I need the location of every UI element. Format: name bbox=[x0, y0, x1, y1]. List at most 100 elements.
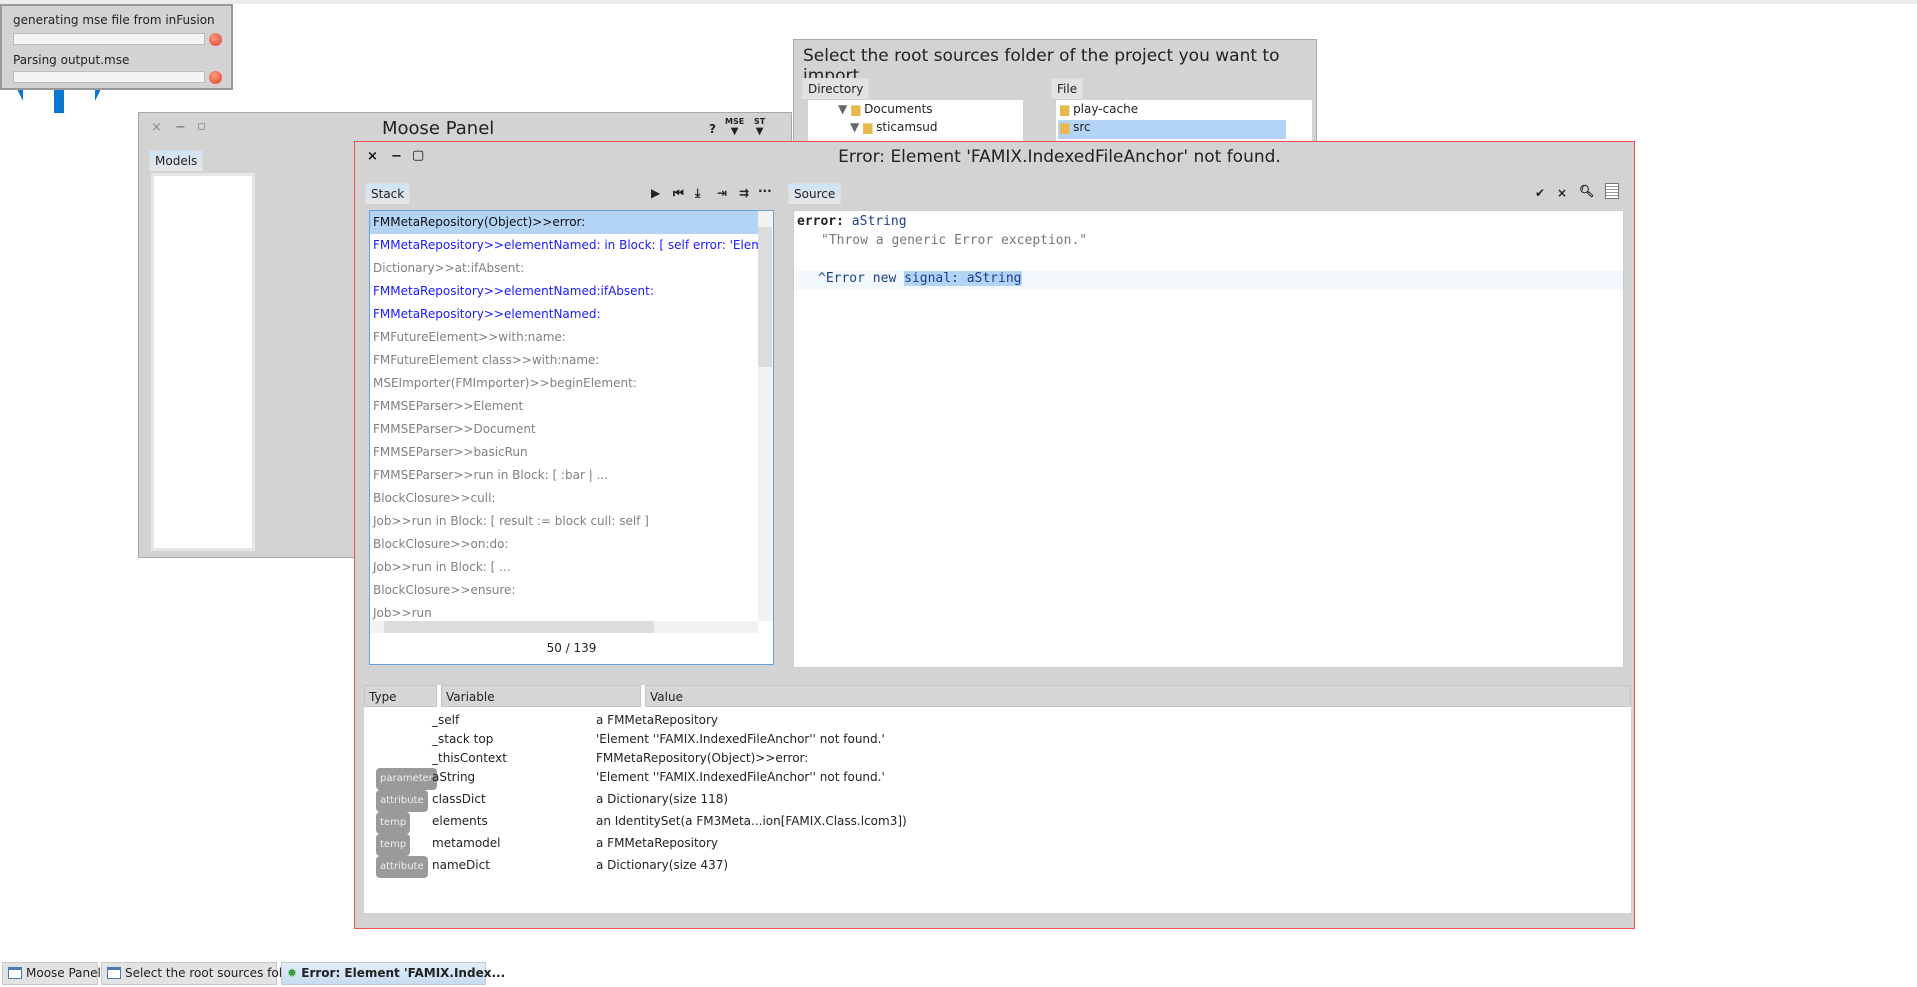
stack-frame[interactable]: BlockClosure>>on:do: bbox=[370, 533, 758, 556]
window-title: Error: Element 'FAMIX.IndexedFileAnchor'… bbox=[838, 147, 1281, 167]
arrow-decoration bbox=[17, 89, 23, 101]
inspector-row[interactable]: parameter aString 'Element ''FAMIX.Indexed… bbox=[364, 767, 1631, 790]
file-item-label: play-cache bbox=[1073, 102, 1139, 116]
help-button[interactable]: ? bbox=[709, 122, 716, 136]
tree-item-label: sticamsud bbox=[876, 120, 938, 134]
variable-value: an IdentitySet(a FM3Meta...ion[FAMIX.Cla… bbox=[596, 814, 907, 828]
taskbar-item-import-dialog[interactable]: Select the root sources fol... bbox=[101, 962, 293, 985]
stack-frame[interactable]: FMMSEParser>>Element bbox=[370, 395, 758, 418]
inspector-row[interactable]: temp elements an IdentitySet(a FM3Meta...i… bbox=[364, 811, 1631, 834]
more-icon[interactable]: ··· bbox=[758, 184, 772, 198]
stack-frame[interactable]: FMMetaRepository>>elementNamed: bbox=[370, 303, 758, 326]
variable-value: 'Element ''FAMIX.IndexedFileAnchor'' not… bbox=[596, 732, 885, 746]
download-arrow-icon: ▼ bbox=[730, 126, 739, 137]
stack-frame[interactable]: Dictionary>>at:ifAbsent: bbox=[370, 257, 758, 280]
taskbar-item-moose-panel[interactable]: Moose Panel bbox=[2, 962, 101, 985]
accept-icon[interactable]: ✔ bbox=[1535, 186, 1545, 200]
step-into-icon[interactable]: ⤓ bbox=[695, 186, 700, 201]
column-header-type[interactable]: Type bbox=[364, 685, 437, 707]
stack-frame[interactable]: FMFutureElement class>>with:name: bbox=[370, 349, 758, 372]
mse-export-button[interactable]: MSE ▼ bbox=[725, 117, 744, 137]
column-header-value[interactable]: Value bbox=[645, 685, 1631, 707]
step-through-icon[interactable]: ⇉ bbox=[739, 186, 749, 200]
stack-frame[interactable]: FMMetaRepository>>elementNamed:ifAbsent: bbox=[370, 280, 758, 303]
taskbar-label: Moose Panel bbox=[26, 966, 101, 980]
type-badge: temp bbox=[376, 811, 411, 834]
stack-frame[interactable]: Job>>run in Block: [ ... bbox=[370, 556, 758, 579]
inspector-row[interactable]: attribute nameDict a Dictionary(size 437) bbox=[364, 855, 1631, 878]
folder-icon: ▆ bbox=[1060, 120, 1070, 134]
variable-name: _thisContext bbox=[432, 751, 507, 765]
inspector-row[interactable]: temp metamodel a FMMetaRepository bbox=[364, 833, 1631, 856]
window-icon bbox=[107, 967, 121, 979]
inspector-row[interactable]: _self a FMMetaRepository bbox=[364, 710, 1631, 730]
document-icon[interactable] bbox=[1605, 183, 1619, 199]
folder-icon: ▆ bbox=[851, 102, 861, 116]
source-editor[interactable]: error: aString "Throw a generic Error ex… bbox=[793, 210, 1624, 668]
mse-label: MSE bbox=[725, 117, 745, 126]
file-item-selected[interactable]: ▆ src bbox=[1058, 120, 1286, 139]
step-over-icon[interactable]: ⇥ bbox=[717, 186, 727, 200]
cancel-icon[interactable] bbox=[209, 33, 222, 46]
stack-frame[interactable]: BlockClosure>>cull: bbox=[370, 487, 758, 510]
expand-triangle-icon[interactable]: ▼ bbox=[850, 120, 859, 134]
stack-list[interactable]: FMMetaRepository(Object)>>error: FMMetaRe… bbox=[369, 210, 774, 665]
cancel-icon[interactable]: × bbox=[1557, 186, 1567, 200]
progress-bar bbox=[13, 33, 205, 45]
variable-value: a Dictionary(size 437) bbox=[596, 858, 729, 872]
taskbar-label: Select the root sources fol... bbox=[125, 966, 294, 980]
column-header-variable[interactable]: Variable bbox=[441, 685, 641, 707]
close-icon[interactable]: × bbox=[151, 120, 162, 135]
variable-value: FMMetaRepository(Object)>>error: bbox=[596, 751, 809, 765]
variable-name: elements bbox=[432, 814, 488, 828]
tree-item[interactable]: ▼ ▆ Documents bbox=[838, 102, 933, 116]
vertical-scrollbar[interactable] bbox=[758, 211, 772, 621]
stack-frame-selected[interactable]: FMMetaRepository(Object)>>error: bbox=[370, 211, 758, 234]
stack-counter: 50 / 139 bbox=[546, 641, 597, 655]
download-arrow-icon: ▼ bbox=[755, 126, 764, 137]
progress-label: generating mse file from inFusion bbox=[13, 13, 215, 27]
proceed-icon[interactable]: ▶ bbox=[651, 186, 660, 200]
stack-frame[interactable]: FMMSEParser>>run in Block: [ :bar | ... bbox=[370, 464, 758, 487]
taskbar-item-debugger[interactable]: ✹ Error: Element 'FAMIX.Index... bbox=[281, 962, 505, 985]
type-badge-label: attribute bbox=[376, 856, 428, 878]
stack-frame[interactable]: FMFutureElement>>with:name: bbox=[370, 326, 758, 349]
inspector-row[interactable]: _stack top 'Element ''FAMIX.IndexedFileAn… bbox=[364, 729, 1631, 749]
file-item[interactable]: ▆ play-cache bbox=[1060, 102, 1138, 116]
minimize-icon[interactable]: − bbox=[175, 120, 186, 135]
stack-frame[interactable]: FMMSEParser>>Document bbox=[370, 418, 758, 441]
tree-item[interactable]: ▼ ▆ sticamsud bbox=[850, 120, 938, 134]
tab-source[interactable]: Source bbox=[788, 183, 842, 204]
tab-stack[interactable]: Stack bbox=[365, 183, 411, 204]
inspector-table[interactable]: Type Variable Value _self a FMMetaReposit… bbox=[364, 685, 1631, 913]
top-bar bbox=[0, 0, 1917, 4]
st-export-button[interactable]: ST ▼ bbox=[754, 117, 765, 137]
expand-triangle-icon[interactable]: ▼ bbox=[838, 102, 847, 116]
tab-file[interactable]: File bbox=[1051, 78, 1084, 99]
window-title: Moose Panel bbox=[382, 118, 495, 139]
cancel-icon[interactable] bbox=[209, 71, 222, 84]
type-badge-label: temp bbox=[376, 834, 411, 856]
stack-frame[interactable]: FMMSEParser>>basicRun bbox=[370, 441, 758, 464]
tab-directory[interactable]: Directory bbox=[802, 78, 870, 99]
type-badge: parameter bbox=[376, 767, 437, 790]
restart-icon[interactable]: ⏮ bbox=[673, 186, 684, 201]
inspector-row[interactable]: attribute classDict a Dictionary(size 118) bbox=[364, 789, 1631, 812]
variable-value: a FMMetaRepository bbox=[596, 713, 719, 727]
code-text: ^Error new bbox=[818, 271, 905, 286]
type-badge-label: attribute bbox=[376, 790, 428, 812]
inspector-row[interactable]: _thisContext FMMetaRepository(Object)>>er… bbox=[364, 748, 1631, 768]
tab-models[interactable]: Models bbox=[149, 150, 204, 171]
variable-name: _self bbox=[432, 713, 460, 727]
stack-frame[interactable]: Job>>run in Block: [ result := block cul… bbox=[370, 510, 758, 533]
type-badge: attribute bbox=[376, 855, 428, 878]
stack-frame[interactable]: MSEImporter(FMImporter)>>beginElement: bbox=[370, 372, 758, 395]
maximize-icon[interactable]: ▫ bbox=[197, 119, 206, 134]
models-list[interactable] bbox=[151, 173, 255, 551]
search-icon[interactable]: 🔍︎ bbox=[1579, 184, 1594, 198]
stack-frame[interactable]: BlockClosure>>ensure: bbox=[370, 579, 758, 602]
progress-bar bbox=[13, 71, 205, 83]
horizontal-scrollbar[interactable] bbox=[370, 621, 758, 633]
taskbar-label: Error: Element 'FAMIX.Index... bbox=[301, 966, 506, 980]
stack-frame[interactable]: FMMetaRepository>>elementNamed: in Block… bbox=[370, 234, 758, 257]
